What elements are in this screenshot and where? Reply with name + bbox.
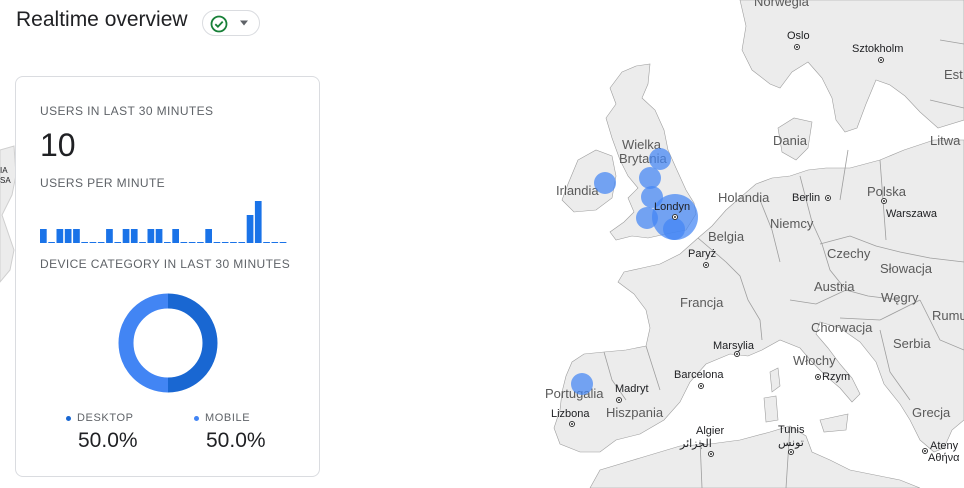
map-label-greece: Grecja [912,405,951,420]
map-label-barcelona: Barcelona [674,369,724,381]
map-label-serbia: Serbia [893,336,931,351]
map-label-norway: Norwegia [754,0,809,9]
mobile-percentage: 50.0% [206,429,266,452]
device-category-label: DEVICE CATEGORY IN LAST 30 MINUTES [40,257,291,271]
legend-desktop-label: DESKTOP [77,412,134,424]
status-dropdown[interactable] [202,10,260,36]
city-pin [922,448,928,454]
city-pin [878,57,884,63]
users-per-minute-bar[interactable] [73,229,80,243]
city-pin [616,397,622,403]
map-label-czech: Czechy [827,246,871,261]
realtime-summary-card: USERS IN LAST 30 MINUTES 10 USERS PER MI… [15,76,320,477]
map-label-germany: Niemcy [770,216,814,231]
map-label-romania: Rumu [932,308,964,323]
users-per-minute-bar[interactable] [254,201,262,243]
map-label-spain: Hiszpania [606,405,664,420]
users-per-minute-bar[interactable] [130,229,138,243]
map-label-france: Francja [680,295,724,310]
users-per-minute-bar[interactable] [172,229,179,243]
legend-mobile-label: MOBILE [205,412,251,424]
page-title: Realtime overview [16,8,188,31]
map-label-edge-2: SA [0,176,11,185]
city-pin [794,44,800,50]
map-label-athens: Ateny [930,440,959,452]
map-label-madrid: Madryt [615,383,649,395]
map-label-stockholm: Sztokholm [852,43,904,55]
user-location-bubble[interactable] [571,373,593,395]
city-pin [708,451,714,457]
users-per-minute-bar[interactable] [205,229,212,243]
users-per-minute-bar[interactable] [64,229,72,243]
donut-slice-mobile[interactable] [118,293,169,393]
map-label-netherlands: Holandia [718,190,770,205]
device-category-donut[interactable] [116,291,220,395]
users-per-minute-bar[interactable] [155,229,163,243]
users-per-minute-bar[interactable] [246,215,254,243]
city-pin [815,374,821,380]
map-label-algiers: Algier [696,425,725,437]
caret-down-icon [240,20,248,26]
users-per-minute-bar[interactable] [56,229,64,243]
city-pin [698,383,704,389]
map-label-rome: Rzym [822,371,851,383]
map-label-croatia: Chorwacja [811,320,873,335]
check-circle-icon [210,15,228,33]
map-label-hungary: Węgry [881,290,919,305]
legend-desktop: DESKTOP [66,412,134,424]
city-pin [825,195,831,201]
map-label-berlin: Berlin [792,192,821,204]
map-label-oslo: Oslo [787,30,810,42]
user-location-bubble[interactable] [594,172,616,194]
users-label: USERS IN LAST 30 MINUTES [40,104,214,118]
map-label-belgium: Belgia [708,229,745,244]
users-per-minute-bar[interactable] [106,229,113,243]
users-per-minute-bar[interactable] [122,229,130,243]
users-per-minute-chart[interactable] [40,195,300,245]
users-per-minute-bar[interactable] [40,229,47,243]
map-label-austria: Austria [814,279,855,294]
map-label-paris: Paryż [688,248,717,260]
map-label-slovakia: Słowacja [880,261,933,276]
city-pin [788,449,794,455]
map-label-poland: Polska [867,184,907,199]
map-label-lithuania: Litwa [930,133,961,148]
legend-dot-desktop [66,415,71,421]
map-label-lisbon: Lizbona [551,408,590,420]
legend-dot-mobile [194,415,199,421]
user-location-bubble[interactable] [663,218,685,240]
users-per-minute-label: USERS PER MINUTE [40,176,166,190]
map-label-london: Londyn [654,201,691,213]
users-count: 10 [40,127,76,163]
map-label-warsaw: Warszawa [886,208,937,220]
map-label-estonia: Est [944,67,963,82]
map-label-algiers-ar: الجزائر [680,438,712,450]
city-pin [734,351,740,357]
map-label-tunis-ar: تونس [778,437,804,449]
map-label-athens-gr: Αθήνα [928,452,960,464]
donut-slice-desktop[interactable] [167,293,218,393]
city-pin [881,198,887,204]
map-label-marseille: Marsylia [713,340,754,352]
map-label-tunis: Tunis [778,424,805,436]
city-pin [569,421,575,427]
map-label-denmark: Dania [773,133,807,148]
desktop-percentage: 50.0% [78,429,138,452]
map-label-ireland: Irlandia [556,183,599,198]
legend-mobile: MOBILE [194,412,250,424]
map-label-italy: Włochy [793,353,836,368]
users-per-minute-bar[interactable] [147,229,155,243]
city-pin [703,262,709,268]
city-pin [672,214,678,220]
map-label-edge-1: IA [0,166,8,175]
